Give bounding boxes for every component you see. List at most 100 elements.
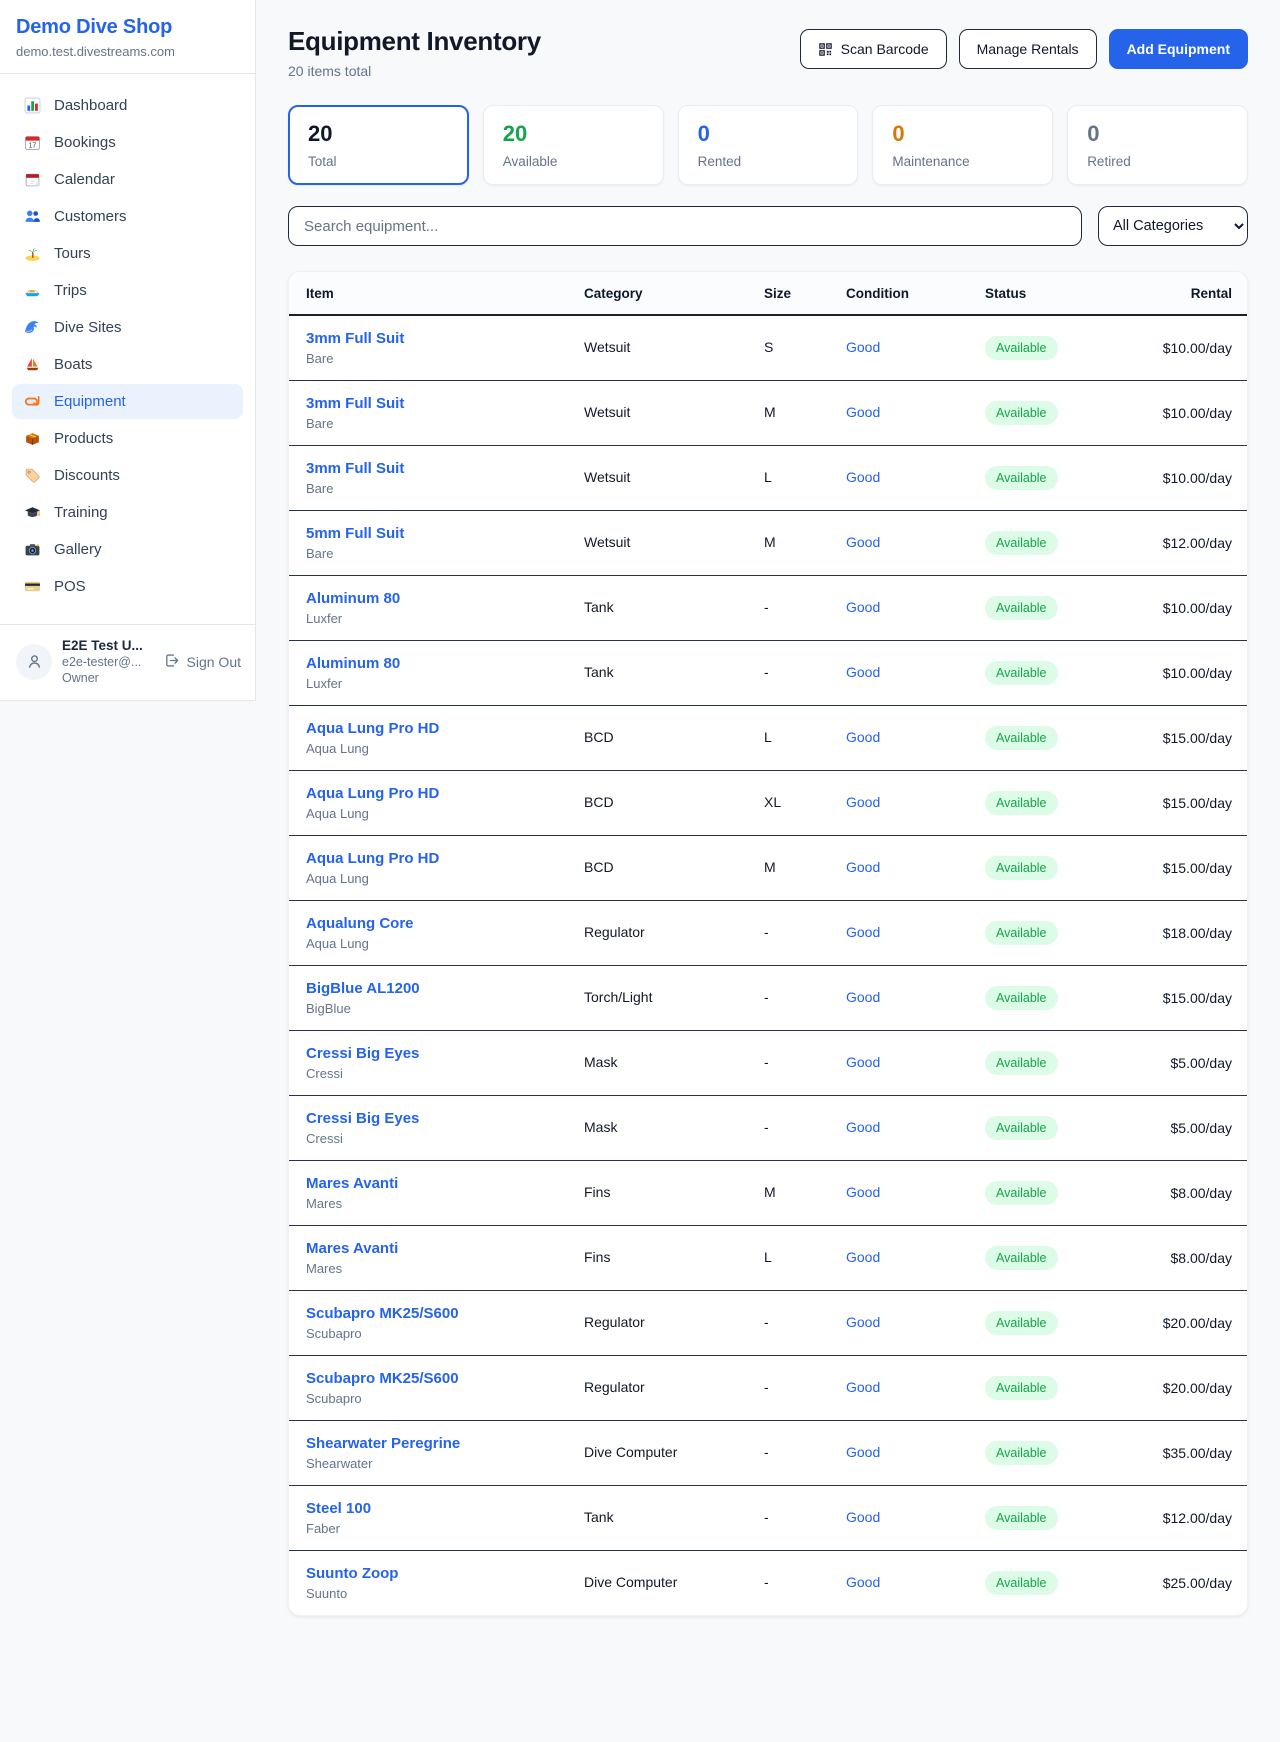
stat-card-retired[interactable]: 0 Retired <box>1067 105 1248 185</box>
table-row: Scubapro MK25/S600 Scubapro Regulator - … <box>289 1291 1247 1356</box>
item-name-link[interactable]: BigBlue AL1200 <box>306 980 584 997</box>
stat-card-available[interactable]: 20 Available <box>483 105 664 185</box>
condition-link[interactable]: Good <box>846 859 880 875</box>
user-box: E2E Test U... e2e-tester@... Owner Sign … <box>0 624 255 700</box>
condition-link[interactable]: Good <box>846 1444 880 1460</box>
condition-link[interactable]: Good <box>846 599 880 615</box>
sidebar-item-label: Dive Sites <box>54 319 122 336</box>
condition-link[interactable]: Good <box>846 1509 880 1525</box>
sidebar-item-customers[interactable]: Customers <box>12 199 243 234</box>
item-category: Fins <box>584 1184 610 1200</box>
condition-link[interactable]: Good <box>846 1379 880 1395</box>
item-name-link[interactable]: Aqua Lung Pro HD <box>306 720 584 737</box>
item-rental: $25.00/day <box>1135 1551 1247 1616</box>
condition-link[interactable]: Good <box>846 664 880 680</box>
item-rental: $10.00/day <box>1135 315 1247 381</box>
item-name-link[interactable]: Scubapro MK25/S600 <box>306 1305 584 1322</box>
condition-link[interactable]: Good <box>846 1574 880 1590</box>
item-name-link[interactable]: Steel 100 <box>306 1500 584 1517</box>
item-name-link[interactable]: Mares Avanti <box>306 1175 584 1192</box>
status-badge: Available <box>985 1376 1058 1400</box>
qr-scan-icon <box>818 42 833 57</box>
stat-value: 0 <box>698 121 839 147</box>
item-brand: Shearwater <box>306 1456 584 1471</box>
status-badge: Available <box>985 791 1058 815</box>
item-size: - <box>764 924 769 940</box>
item-name-link[interactable]: Aqua Lung Pro HD <box>306 850 584 867</box>
sidebar-item-bookings[interactable]: 17 Bookings <box>12 125 243 160</box>
sidebar-item-boats[interactable]: Boats <box>12 347 243 382</box>
brand-name[interactable]: Demo Dive Shop <box>16 16 239 39</box>
status-badge: Available <box>985 336 1058 360</box>
calendar-date-icon: 17 <box>24 134 41 151</box>
condition-link[interactable]: Good <box>846 1249 880 1265</box>
sidebar-item-discounts[interactable]: Discounts <box>12 458 243 493</box>
sidebar-item-gallery[interactable]: Gallery <box>12 532 243 567</box>
stat-card-total[interactable]: 20 Total <box>288 105 469 185</box>
sidebar-item-pos[interactable]: POS <box>12 569 243 604</box>
stat-card-rented[interactable]: 0 Rented <box>678 105 859 185</box>
item-name-link[interactable]: Shearwater Peregrine <box>306 1435 584 1452</box>
item-name-link[interactable]: Mares Avanti <box>306 1240 584 1257</box>
item-name-link[interactable]: Aqua Lung Pro HD <box>306 785 584 802</box>
item-size: S <box>764 339 773 355</box>
sidebar-item-dashboard[interactable]: Dashboard <box>12 88 243 123</box>
scan-barcode-button[interactable]: Scan Barcode <box>800 29 947 69</box>
item-rental: $10.00/day <box>1135 576 1247 641</box>
item-name-link[interactable]: Aluminum 80 <box>306 590 584 607</box>
items-total-count: 20 items total <box>288 63 541 79</box>
condition-link[interactable]: Good <box>846 989 880 1005</box>
sign-out-button[interactable]: Sign Out <box>164 653 241 670</box>
table-row: Mares Avanti Mares Fins L Good Available… <box>289 1226 1247 1291</box>
sidebar-item-training[interactable]: Training <box>12 495 243 530</box>
manage-rentals-button[interactable]: Manage Rentals <box>959 29 1097 69</box>
condition-link[interactable]: Good <box>846 404 880 420</box>
sailboat-icon <box>24 356 41 373</box>
item-name-link[interactable]: Cressi Big Eyes <box>306 1110 584 1127</box>
condition-link[interactable]: Good <box>846 1054 880 1070</box>
condition-link[interactable]: Good <box>846 339 880 355</box>
item-name-link[interactable]: Aluminum 80 <box>306 655 584 672</box>
status-badge: Available <box>985 921 1058 945</box>
stat-card-maintenance[interactable]: 0 Maintenance <box>872 105 1053 185</box>
item-name-link[interactable]: Scubapro MK25/S600 <box>306 1370 584 1387</box>
item-name-link[interactable]: 3mm Full Suit <box>306 460 584 477</box>
table-row: 3mm Full Suit Bare Wetsuit S Good Availa… <box>289 315 1247 381</box>
item-name-link[interactable]: 5mm Full Suit <box>306 525 584 542</box>
status-badge: Available <box>985 1506 1058 1530</box>
equipment-table-card: Item Category Size Condition Status Rent… <box>288 271 1248 1616</box>
item-size: - <box>764 664 769 680</box>
condition-link[interactable]: Good <box>846 1119 880 1135</box>
table-row: Shearwater Peregrine Shearwater Dive Com… <box>289 1421 1247 1486</box>
sidebar-item-label: Tours <box>54 245 91 262</box>
condition-link[interactable]: Good <box>846 534 880 550</box>
item-rental: $15.00/day <box>1135 836 1247 901</box>
category-filter-select[interactable]: All Categories <box>1098 206 1248 246</box>
condition-link[interactable]: Good <box>846 794 880 810</box>
item-name-link[interactable]: 3mm Full Suit <box>306 330 584 347</box>
item-brand: Faber <box>306 1521 584 1536</box>
item-name-link[interactable]: 3mm Full Suit <box>306 395 584 412</box>
condition-link[interactable]: Good <box>846 1184 880 1200</box>
sidebar-item-equipment[interactable]: Equipment <box>12 384 243 419</box>
sidebar-item-dive-sites[interactable]: Dive Sites <box>12 310 243 345</box>
condition-link[interactable]: Good <box>846 1314 880 1330</box>
sidebar-item-calendar[interactable]: Calendar <box>12 162 243 197</box>
sidebar-item-tours[interactable]: Tours <box>12 236 243 271</box>
brand-block: Demo Dive Shop demo.test.divestreams.com <box>0 0 255 74</box>
item-category: Wetsuit <box>584 404 630 420</box>
item-name-link[interactable]: Suunto Zoop <box>306 1565 584 1582</box>
sidebar-item-trips[interactable]: Trips <box>12 273 243 308</box>
filter-row: All Categories <box>288 206 1248 246</box>
condition-link[interactable]: Good <box>846 729 880 745</box>
sidebar-item-products[interactable]: Products <box>12 421 243 456</box>
add-equipment-button[interactable]: Add Equipment <box>1109 29 1248 69</box>
search-input[interactable] <box>288 206 1082 246</box>
condition-link[interactable]: Good <box>846 469 880 485</box>
item-name-link[interactable]: Cressi Big Eyes <box>306 1045 584 1062</box>
item-name-link[interactable]: Aqualung Core <box>306 915 584 932</box>
table-row: Scubapro MK25/S600 Scubapro Regulator - … <box>289 1356 1247 1421</box>
condition-link[interactable]: Good <box>846 924 880 940</box>
people-icon <box>24 208 41 225</box>
table-row: Aluminum 80 Luxfer Tank - Good Available… <box>289 576 1247 641</box>
